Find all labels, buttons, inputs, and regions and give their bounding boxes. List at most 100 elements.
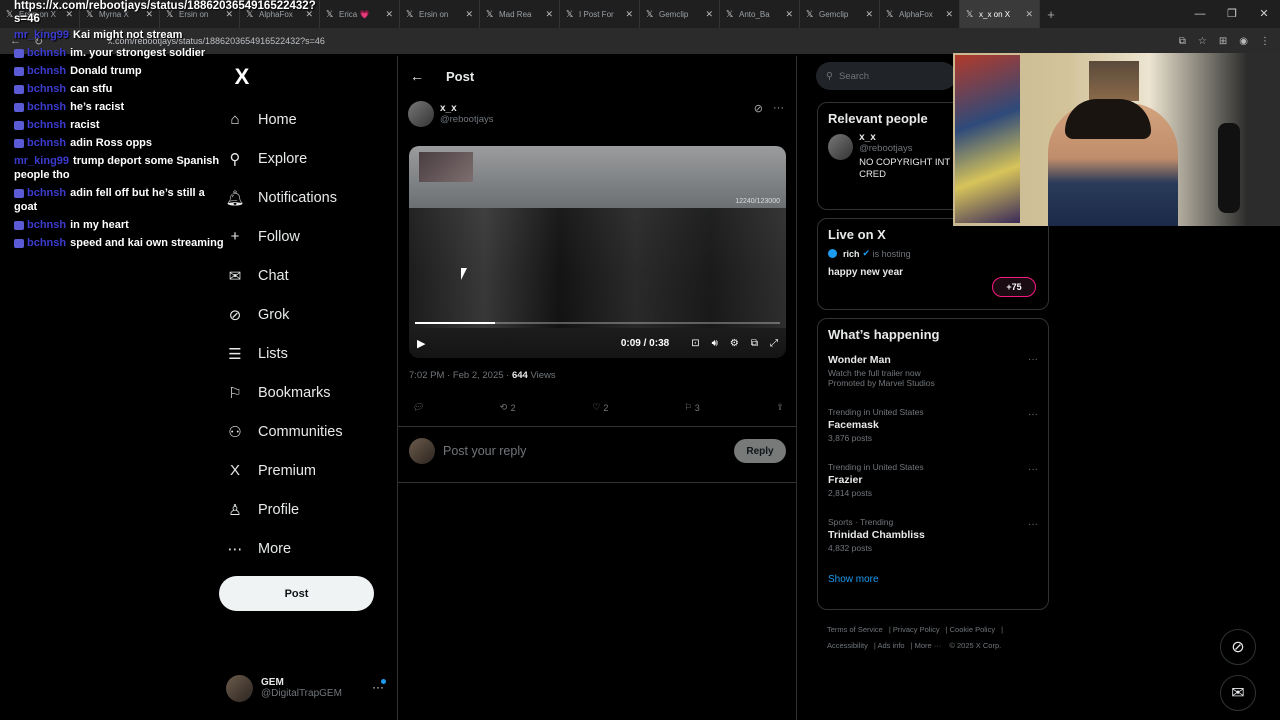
reply-button[interactable]: Reply bbox=[734, 439, 786, 463]
nav-explore[interactable]: ⚲ Explore bbox=[218, 139, 388, 178]
messages-float-button[interactable]: ✉ bbox=[1220, 675, 1256, 711]
close-tab-icon[interactable]: ✕ bbox=[705, 9, 713, 20]
nav-bookmarks[interactable]: ⚐ Bookmarks bbox=[218, 373, 388, 412]
nav-premium[interactable]: X Premium bbox=[218, 451, 388, 490]
chat-message: bchnsh in my heart bbox=[14, 218, 224, 232]
more-icon[interactable]: ··· bbox=[1028, 354, 1038, 365]
browser-tab[interactable]: 𝕏 Erica 💗 ✕ bbox=[320, 0, 400, 28]
home-icon: ⌂ bbox=[230, 111, 240, 128]
close-tab-icon[interactable]: ✕ bbox=[865, 9, 873, 20]
pip-icon[interactable]: ⧉ bbox=[751, 338, 758, 349]
avatar bbox=[409, 438, 435, 464]
reply-action[interactable]: 💬︎ bbox=[412, 402, 423, 413]
repost-action[interactable]: ⟲ 2 bbox=[500, 402, 516, 413]
nav-lists[interactable]: ☰ Lists bbox=[218, 334, 388, 373]
more-icon[interactable]: ··· bbox=[1028, 519, 1038, 530]
chat-message: bchnsh racist bbox=[14, 118, 224, 132]
browser-tab[interactable]: 𝕏 Anto_Ba ✕ bbox=[720, 0, 800, 28]
trend-item[interactable]: Wonder Man Watch the full trailer now Pr… bbox=[818, 348, 1048, 403]
install-icon[interactable]: ⧉ bbox=[1179, 36, 1186, 47]
browser-tab[interactable]: 𝕏 AlphaFox ✕ bbox=[880, 0, 960, 28]
grok-icon: ⊘ bbox=[1231, 639, 1245, 656]
maximize-icon[interactable]: ❐ bbox=[1216, 0, 1248, 28]
avatar[interactable] bbox=[828, 134, 854, 160]
more-icon[interactable]: ··· bbox=[773, 102, 784, 115]
grok-icon[interactable]: ⊘ bbox=[754, 102, 763, 115]
minimize-icon[interactable]: — bbox=[1184, 0, 1216, 28]
nav-chat[interactable]: ✉ Chat bbox=[218, 256, 388, 295]
play-icon[interactable]: ▶ bbox=[417, 337, 425, 350]
post-author[interactable]: x_x @rebootjays bbox=[408, 101, 493, 127]
footer-link[interactable]: Accessibility bbox=[827, 641, 868, 650]
more-icon[interactable]: ··· bbox=[1028, 464, 1038, 475]
extensions-icon[interactable]: ⊞ bbox=[1219, 36, 1227, 47]
x-favicon-icon: 𝕏 bbox=[886, 8, 894, 19]
avatar[interactable] bbox=[408, 101, 434, 127]
close-window-icon[interactable]: ✕ bbox=[1248, 0, 1280, 28]
volume-icon[interactable]: 🔊︎ bbox=[712, 338, 718, 349]
nav-home[interactable]: ⌂ Home bbox=[218, 100, 388, 139]
like-action[interactable]: ♡ 2 bbox=[592, 402, 608, 413]
browser-tab[interactable]: 𝕏 Gemclip ✕ bbox=[800, 0, 880, 28]
stream-chat-overlay: https://x.com/rebootjays/status/18862036… bbox=[14, 0, 316, 254]
trend-item[interactable]: Trending in United States Facemask 3,876… bbox=[818, 403, 1048, 458]
browser-tab[interactable]: 𝕏 Ersin on ✕ bbox=[400, 0, 480, 28]
reply-composer: Post your reply Reply bbox=[409, 437, 786, 465]
star-icon[interactable]: ☆ bbox=[1198, 36, 1207, 47]
video-overlay-counter: 12240/123000 bbox=[735, 198, 780, 205]
nav-profile[interactable]: ♙ Profile bbox=[218, 490, 388, 529]
footer-link[interactable]: More ··· bbox=[915, 641, 942, 650]
trend-item[interactable]: Sports · Trending Trinidad Chambliss 4,8… bbox=[818, 513, 1048, 568]
new-tab-button[interactable]: + bbox=[1040, 7, 1062, 22]
post-button[interactable]: Post bbox=[219, 576, 374, 611]
profile-icon[interactable]: ◉ bbox=[1239, 36, 1248, 47]
browser-tab[interactable]: 𝕏 Gemclip ✕ bbox=[640, 0, 720, 28]
back-arrow-icon[interactable]: ← bbox=[410, 68, 446, 84]
close-tab-icon[interactable]: ✕ bbox=[1025, 9, 1033, 20]
nav-grok[interactable]: ⊘ Grok bbox=[218, 295, 388, 334]
bookmark-action[interactable]: ⚐ 3 bbox=[685, 402, 700, 413]
communities-icon: ⚇ bbox=[228, 423, 242, 441]
close-tab-icon[interactable]: ✕ bbox=[545, 9, 553, 20]
nav-more[interactable]: ⋯ More bbox=[218, 529, 388, 568]
footer-link[interactable]: Terms of Service bbox=[827, 625, 883, 634]
footer-link[interactable]: Privacy Policy bbox=[893, 625, 940, 634]
more-icon[interactable]: ··· bbox=[372, 680, 384, 694]
live-on-x-card[interactable]: Live on X rich ✔ is hosting happy new yea… bbox=[817, 218, 1049, 310]
video-player[interactable]: 12240/123000 ▶ 0:09 / 0:38 ⊡ 🔊︎ ⚙ ⧉ ⤢ bbox=[409, 146, 786, 358]
nav-notifications[interactable]: 🔔︎ Notifications bbox=[218, 178, 388, 217]
close-tab-icon[interactable]: ✕ bbox=[945, 9, 953, 20]
search-input[interactable]: ⚲ Search bbox=[816, 62, 956, 90]
close-tab-icon[interactable]: ✕ bbox=[465, 9, 473, 20]
chat-badge-icon bbox=[14, 102, 24, 112]
x-favicon-icon: 𝕏 bbox=[806, 8, 814, 19]
author-name[interactable]: x_x bbox=[440, 103, 493, 114]
nav-communities[interactable]: ⚇ Communities bbox=[218, 412, 388, 451]
menu-icon[interactable]: ⋮ bbox=[1260, 36, 1270, 47]
trend-item[interactable]: Trending in United States Frazier 2,814 … bbox=[818, 458, 1048, 513]
account-switcher[interactable]: GEM @DigitalTrapGEM ··· bbox=[226, 672, 386, 704]
more-icon[interactable]: ··· bbox=[1028, 409, 1038, 420]
fullscreen-icon[interactable]: ⤢ bbox=[770, 338, 778, 349]
microphone bbox=[1218, 123, 1240, 213]
browser-tab-active[interactable]: 𝕏x_x on X ✕ bbox=[960, 0, 1040, 28]
chat-message: bchnsh adin Ross opps bbox=[14, 136, 224, 150]
captions-icon[interactable]: ⊡ bbox=[691, 338, 699, 349]
reply-input[interactable]: Post your reply bbox=[443, 444, 526, 458]
grok-float-button[interactable]: ⊘ bbox=[1220, 629, 1256, 665]
show-more-link[interactable]: Show more bbox=[818, 568, 1048, 591]
browser-tab[interactable]: 𝕏 Mad Rea ✕ bbox=[480, 0, 560, 28]
close-tab-icon[interactable]: ✕ bbox=[785, 9, 793, 20]
nav-follow[interactable]: + Follow bbox=[218, 217, 388, 256]
close-tab-icon[interactable]: ✕ bbox=[385, 9, 393, 20]
close-tab-icon[interactable]: ✕ bbox=[625, 9, 633, 20]
footer-link[interactable]: Ads info bbox=[877, 641, 904, 650]
x-logo-icon[interactable]: X bbox=[225, 60, 259, 94]
video-progress-bar[interactable] bbox=[415, 322, 780, 324]
browser-tab[interactable]: 𝕏I Post For ✕ bbox=[560, 0, 640, 28]
settings-icon[interactable]: ⚙ bbox=[730, 338, 739, 349]
author-handle[interactable]: @rebootjays bbox=[440, 114, 493, 125]
chat-message: bchnsh im. your strongest soldier bbox=[14, 46, 224, 60]
share-action[interactable]: ⇪ bbox=[776, 402, 784, 413]
footer-link[interactable]: Cookie Policy bbox=[950, 625, 995, 634]
